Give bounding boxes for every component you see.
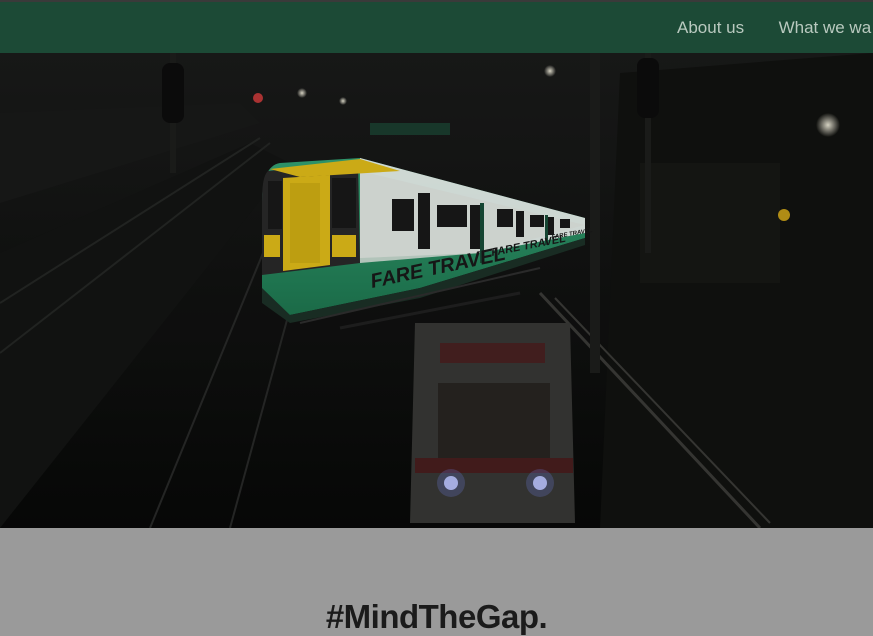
tagline-heading: #MindTheGap.: [325, 598, 548, 635]
nav-link-about-us[interactable]: About us: [677, 18, 744, 37]
top-navbar: About us What we wa: [0, 0, 873, 53]
hero-banner: FARE TRAVEL FARE TRAVEL FARE TRAVEL: [0, 53, 873, 528]
main-nav: About us What we wa: [677, 18, 873, 38]
hero-night-station-image: FARE TRAVEL FARE TRAVEL FARE TRAVEL: [0, 53, 873, 528]
nav-link-what-we-want[interactable]: What we wa: [779, 18, 872, 37]
